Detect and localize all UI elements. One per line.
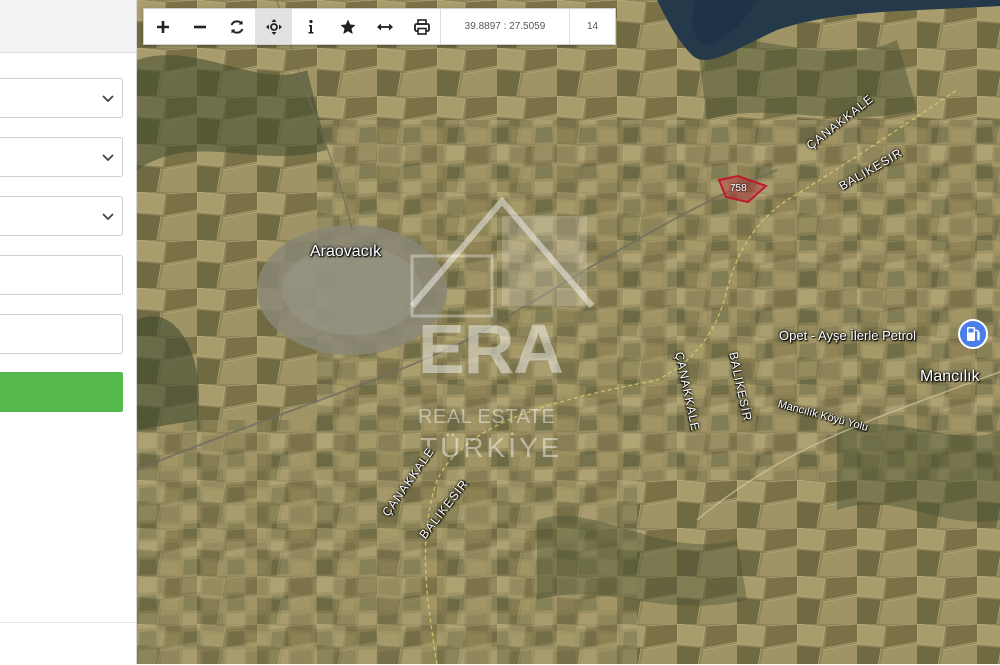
town-label: Mancılık xyxy=(920,368,980,385)
plus-icon xyxy=(156,20,169,33)
text-field-2[interactable] xyxy=(0,314,123,354)
select-field-3[interactable] xyxy=(0,196,123,236)
search-panel xyxy=(0,0,137,665)
favorite-button[interactable] xyxy=(329,9,366,44)
move-icon xyxy=(265,18,282,35)
panel-footer xyxy=(0,622,136,665)
town-label: Araovacık xyxy=(310,243,382,260)
printer-icon xyxy=(413,18,430,35)
star-icon xyxy=(340,19,355,34)
poi-label: Opet - Ayşe İlerle Petrol xyxy=(779,328,917,343)
pan-button[interactable] xyxy=(255,9,292,44)
measure-button[interactable] xyxy=(366,9,403,44)
info-button[interactable] xyxy=(292,9,329,44)
zoom-level-readout: 14 xyxy=(569,9,615,44)
watermark-line-1: REAL ESTATE xyxy=(418,406,556,428)
chevron-down-icon xyxy=(102,154,114,162)
zoom-in-button[interactable] xyxy=(144,9,181,44)
query-button[interactable] xyxy=(0,372,123,412)
map-toolbar: 39.8897 : 27.5059 14 xyxy=(143,8,616,45)
parcel-label[interactable]: 758 xyxy=(730,183,747,194)
refresh-icon xyxy=(230,19,243,34)
print-button[interactable] xyxy=(403,9,440,44)
watermark-line-2: TÜRKİYE xyxy=(420,432,563,463)
coordinates-readout: 39.8897 : 27.5059 xyxy=(440,9,569,44)
text-field-1[interactable] xyxy=(0,255,123,295)
refresh-button[interactable] xyxy=(218,9,255,44)
panel-header xyxy=(0,0,136,53)
chevron-down-icon xyxy=(102,95,114,103)
select-field-1[interactable] xyxy=(0,78,123,118)
gas-station-icon[interactable] xyxy=(957,318,989,350)
text-input-2[interactable] xyxy=(3,323,107,347)
minus-icon xyxy=(193,25,206,28)
zoom-out-button[interactable] xyxy=(181,9,218,44)
text-input-1[interactable] xyxy=(3,264,107,288)
watermark-brand: ERA xyxy=(418,310,564,388)
info-icon xyxy=(308,19,313,33)
chevron-down-icon xyxy=(102,213,114,221)
arrows-horizontal-icon xyxy=(376,23,393,30)
select-field-2[interactable] xyxy=(0,137,123,177)
